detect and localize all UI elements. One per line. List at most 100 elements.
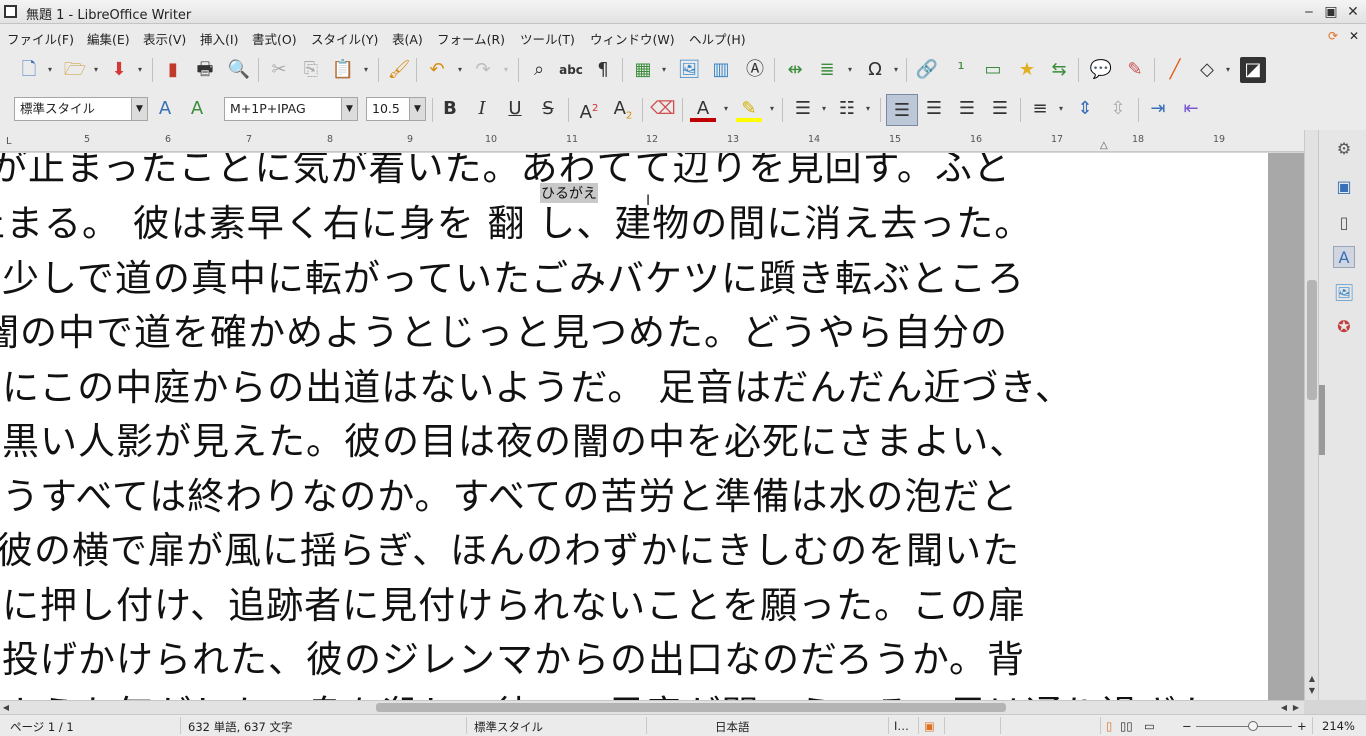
horizontal-scrollbar[interactable]: ◀ ◀ ▶ [0,700,1304,714]
chevron-down-icon[interactable]: ▼ [409,98,425,120]
single-page-view-icon[interactable]: ▯ [1106,719,1112,733]
cut-icon[interactable]: ✂ [266,57,292,83]
text-line[interactable]: 闇の中で道を確かめようとじっと見つめた。どうやら自分の [0,302,1008,356]
page-icon[interactable]: ▯ [1333,212,1355,234]
navigator-icon[interactable]: ✪ [1333,316,1355,338]
highlight-icon[interactable]: ✎ [736,96,762,122]
text-language[interactable]: 日本語 [715,719,750,735]
save-dropdown-icon[interactable]: ▾ [136,57,144,83]
properties-icon[interactable]: ▣ [1333,176,1355,198]
text-line[interactable]: ような気がした。息を殺して待つ。足音が聞こえ、その男は通り過ぎた [2,684,1215,700]
scroll-down-icon[interactable]: ▼ [1305,686,1319,698]
bold-button[interactable]: B [437,96,463,122]
open-folder-icon[interactable]: 🗁 [62,57,88,83]
scroll-right-icon[interactable]: ▶ [1290,701,1302,714]
window-menu-icon[interactable] [4,5,17,18]
hyperlink-icon[interactable]: 🔗 [914,57,940,83]
close-document-icon[interactable]: ✕ [1346,28,1362,44]
scroll-up-icon[interactable]: ▲ [1305,674,1319,686]
decrease-paragraph-spacing-icon[interactable]: ⇳ [1105,96,1131,122]
insert-table-icon[interactable]: ▦ [630,57,656,83]
close-icon[interactable]: ✕ [1344,3,1362,21]
update-icon[interactable]: ⟳ [1325,28,1341,44]
insert-image-icon[interactable]: 🖼 [676,57,702,83]
font-size-combo[interactable]: 10.5 ▼ [366,97,426,121]
sidebar-settings-icon[interactable]: ⚙ [1333,138,1355,160]
save-icon[interactable]: ⬇ [106,57,132,83]
draw-functions-icon[interactable]: ◪ [1240,57,1266,83]
clone-formatting-icon[interactable]: 🖌 [386,57,412,83]
page-style[interactable]: 標準スタイル [474,719,543,735]
align-center-icon[interactable]: ☰ [921,96,947,122]
text-line[interactable]: 少しで道の真中に転がっていたごみバケツに躓き転ぶところ [2,248,1025,302]
font-name-combo[interactable]: M+1P+IPAG ▼ [224,97,358,121]
scroll-left-icon[interactable]: ◀ [1278,701,1290,714]
special-character-icon[interactable]: Ω [862,57,888,83]
special-dropdown-icon[interactable]: ▾ [892,57,900,83]
open-dropdown-icon[interactable]: ▾ [92,57,100,83]
menu-view[interactable]: 表示(V) [143,29,186,48]
underline-button[interactable]: U [502,96,528,122]
font-color-dropdown-icon[interactable]: ▾ [722,96,730,122]
new-document-icon[interactable]: 🗋 [16,57,42,83]
zoom-slider[interactable] [1196,726,1292,727]
numbered-dropdown-icon[interactable]: ▾ [864,96,872,122]
table-dropdown-icon[interactable]: ▾ [660,57,668,83]
cross-reference-icon[interactable]: ⇆ [1046,57,1072,83]
zoom-level[interactable]: 214% [1322,719,1355,733]
line-spacing-icon[interactable]: ≡ [1027,96,1053,122]
footnote-icon[interactable]: ¹ [948,57,974,83]
bullet-dropdown-icon[interactable]: ▾ [820,96,828,122]
text-line[interactable]: が止まったことに気が着いた。あわてて辺りを見回す。ふと [0,153,1011,191]
field-dropdown-icon[interactable]: ▾ [846,57,854,83]
document-modified-icon[interactable]: ▣ [924,719,935,733]
gallery-icon[interactable]: 🖼 [1333,282,1355,304]
menu-insert[interactable]: 挿入(I) [200,29,238,48]
horizontal-scroll-thumb[interactable] [376,703,1006,712]
new-style-icon[interactable]: A [184,96,210,122]
increase-indent-icon[interactable]: ⇥ [1145,96,1171,122]
zoom-slider-knob[interactable] [1248,721,1258,731]
export-pdf-icon[interactable]: ▮ [160,57,186,83]
superscript-icon[interactable]: A2 [576,96,602,123]
endnote-icon[interactable]: ▭ [980,57,1006,83]
insert-textbox-icon[interactable]: Ⓐ [742,57,768,83]
undo-dropdown-icon[interactable]: ▾ [456,57,464,83]
line-icon[interactable]: ╱ [1162,57,1188,83]
basic-shapes-icon[interactable]: ◇ [1194,57,1220,83]
shapes-dropdown-icon[interactable]: ▾ [1224,57,1232,83]
book-view-icon[interactable]: ▭ [1144,719,1155,733]
chevron-down-icon[interactable]: ▼ [341,98,357,120]
increase-paragraph-spacing-icon[interactable]: ⇕ [1072,96,1098,122]
align-right-icon[interactable]: ☰ [954,96,980,122]
maximize-icon[interactable]: ▣ [1322,3,1340,21]
page-count[interactable]: ページ 1 / 1 [10,719,74,735]
print-icon[interactable]: 🖶 [192,57,218,83]
find-replace-icon[interactable]: ⌕ [526,57,552,83]
menu-help[interactable]: ヘルプ(H) [689,29,746,48]
menu-form[interactable]: フォーム(R) [437,29,505,48]
menu-styles[interactable]: スタイル(Y) [311,29,378,48]
zoom-in-icon[interactable]: + [1297,719,1307,733]
update-style-icon[interactable]: A [152,96,178,122]
subscript-icon[interactable]: A2 [610,96,636,122]
right-indent-marker[interactable]: △ [1100,140,1108,151]
spelling-icon[interactable]: abc [558,57,584,83]
zoom-out-icon[interactable]: − [1182,719,1192,733]
undo-icon[interactable]: ↶ [424,57,450,83]
menu-format[interactable]: 書式(O) [252,29,297,48]
numbered-list-icon[interactable]: ☷ [834,96,860,122]
copy-icon[interactable]: ⎘ [298,57,324,83]
font-color-icon[interactable]: A [690,96,716,122]
vertical-scroll-thumb[interactable] [1307,280,1317,400]
text-line[interactable]: 黒い人影が見えた。彼の目は夜の闇の中を必死にさまよい、 [2,411,1027,465]
clear-formatting-icon[interactable]: ⌫ [650,96,676,122]
minimize-icon[interactable]: ‒ [1300,3,1318,21]
menu-tools[interactable]: ツール(T) [520,29,575,48]
text-line[interactable]: うすべては終わりなのか。すべての苦労と準備は水の泡だと [2,466,1018,520]
bookmark-icon[interactable]: ★ [1014,57,1040,83]
menu-file[interactable]: ファイル(F) [7,29,74,48]
line-spacing-dropdown-icon[interactable]: ▾ [1057,96,1065,122]
new-dropdown-icon[interactable]: ▾ [46,57,54,83]
word-count[interactable]: 632 単語, 637 文字 [188,719,293,735]
